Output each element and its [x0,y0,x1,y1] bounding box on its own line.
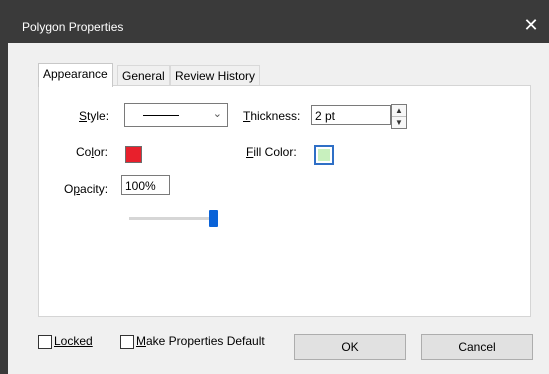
style-dropdown[interactable]: ⌄ [124,103,228,127]
cancel-button[interactable]: Cancel [421,334,533,360]
color-swatch[interactable] [125,146,142,163]
window-frame-top [0,0,549,7]
line-style-preview [143,115,179,116]
locked-checkbox[interactable] [38,335,52,349]
color-label: Color: [76,145,109,159]
make-default-label[interactable]: Make Properties Default [136,334,265,348]
ok-button[interactable]: OK [294,334,406,360]
fill-color-swatch[interactable] [314,145,334,165]
fill-color-label: Fill Color: [246,145,297,159]
opacity-slider-thumb[interactable] [209,210,218,227]
opacity-slider-track[interactable] [129,217,218,220]
opacity-input[interactable]: 100% [121,175,170,195]
title-bar[interactable]: Polygon Properties ✕ [8,7,549,43]
locked-label[interactable]: Locked [54,334,93,348]
tab-general[interactable]: General [117,65,170,86]
chevron-down-icon[interactable]: ⌄ [213,107,222,120]
tab-appearance[interactable]: Appearance [38,63,113,87]
spin-up-icon[interactable]: ▲ [392,105,406,117]
thickness-input[interactable]: 2 pt [311,105,391,125]
dialog-body: Appearance General Review History Style:… [8,43,549,374]
style-label: Style: [79,109,110,123]
thickness-spinner[interactable]: ▲ ▼ [391,104,407,129]
close-icon[interactable]: ✕ [521,15,541,35]
window-title: Polygon Properties [22,20,124,34]
window-frame-left [0,0,8,374]
spin-down-icon[interactable]: ▼ [392,117,406,128]
opacity-label: Opacity: [64,182,109,196]
thickness-label: Thickness: [243,109,301,123]
fill-color-preview [318,149,330,161]
make-default-checkbox[interactable] [120,335,134,349]
tab-review-history[interactable]: Review History [170,65,261,86]
